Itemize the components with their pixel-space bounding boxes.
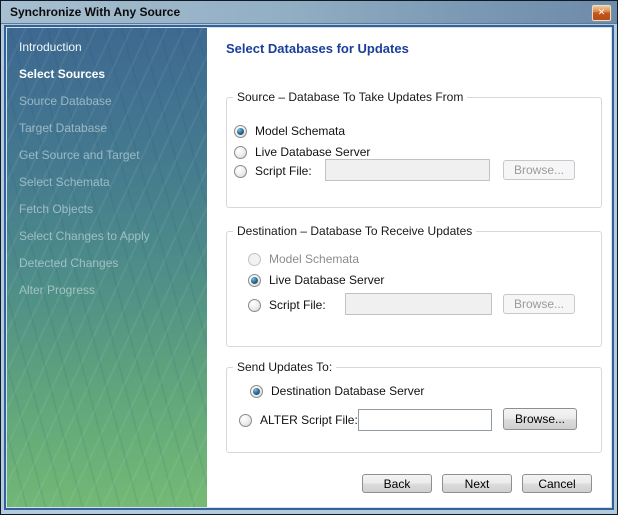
group-source: Source – Database To Take Updates From M… (226, 97, 602, 208)
source-browse-button: Browse... (503, 160, 575, 180)
radio-icon (234, 146, 247, 159)
source-script-file-input (325, 159, 490, 181)
radio-option-source-model-schemata[interactable]: Model Schemata (234, 123, 345, 139)
wizard-window: Synchronize With Any Source ✕ Introducti… (0, 0, 618, 515)
radio-icon (234, 125, 247, 138)
radio-option-source-live-server[interactable]: Live Database Server (234, 144, 370, 160)
sidebar-step-alter-progress: Alter Progress (7, 277, 207, 304)
destination-browse-button: Browse... (503, 294, 575, 314)
sidebar-step-select-schemata: Select Schemata (7, 169, 207, 196)
alter-browse-button[interactable]: Browse... (503, 408, 577, 430)
radio-option-send-destination-server[interactable]: Destination Database Server (250, 383, 424, 399)
wizard-content: Select Databases for Updates Source – Da… (207, 28, 611, 507)
radio-icon (239, 414, 252, 427)
title-bar[interactable]: Synchronize With Any Source ✕ (1, 1, 617, 24)
radio-icon (250, 385, 263, 398)
step-list: Introduction Select Sources Source Datab… (7, 28, 207, 304)
alter-script-file-input[interactable] (358, 409, 492, 431)
window-title: Synchronize With Any Source (10, 5, 180, 19)
next-button[interactable]: Next (442, 474, 512, 493)
group-source-title: Source – Database To Take Updates From (233, 90, 467, 104)
radio-option-destination-script-file[interactable]: Script File: (248, 297, 326, 313)
radio-icon (248, 253, 261, 266)
sidebar-step-detected-changes: Detected Changes (7, 250, 207, 277)
sidebar-step-introduction: Introduction (7, 34, 207, 61)
group-destination: Destination – Database To Receive Update… (226, 231, 602, 347)
sidebar-step-target-database: Target Database (7, 115, 207, 142)
sidebar-step-get-source-target: Get Source and Target (7, 142, 207, 169)
sidebar-step-select-sources: Select Sources (7, 61, 207, 88)
radio-option-destination-model-schemata: Model Schemata (248, 251, 359, 267)
radio-icon (248, 274, 261, 287)
destination-script-file-input (345, 293, 492, 315)
back-button[interactable]: Back (362, 474, 432, 493)
cancel-button[interactable]: Cancel (522, 474, 592, 493)
radio-option-source-script-file[interactable]: Script File: (234, 163, 312, 179)
radio-icon (234, 165, 247, 178)
wizard-steps-sidebar: Introduction Select Sources Source Datab… (7, 28, 207, 507)
sidebar-step-fetch-objects: Fetch Objects (7, 196, 207, 223)
radio-option-destination-live-server[interactable]: Live Database Server (248, 272, 384, 288)
group-send-updates-title: Send Updates To: (233, 360, 336, 374)
sidebar-step-select-changes: Select Changes to Apply (7, 223, 207, 250)
group-destination-title: Destination – Database To Receive Update… (233, 224, 476, 238)
window-frame: Introduction Select Sources Source Datab… (4, 25, 614, 510)
radio-icon (248, 299, 261, 312)
group-send-updates: Send Updates To: Destination Database Se… (226, 367, 602, 453)
sidebar-step-source-database: Source Database (7, 88, 207, 115)
close-button[interactable]: ✕ (592, 5, 611, 21)
page-title: Select Databases for Updates (226, 41, 409, 56)
client-area: Introduction Select Sources Source Datab… (6, 27, 612, 508)
radio-option-send-alter-script-file[interactable]: ALTER Script File: (239, 412, 358, 428)
close-icon: ✕ (598, 8, 606, 18)
